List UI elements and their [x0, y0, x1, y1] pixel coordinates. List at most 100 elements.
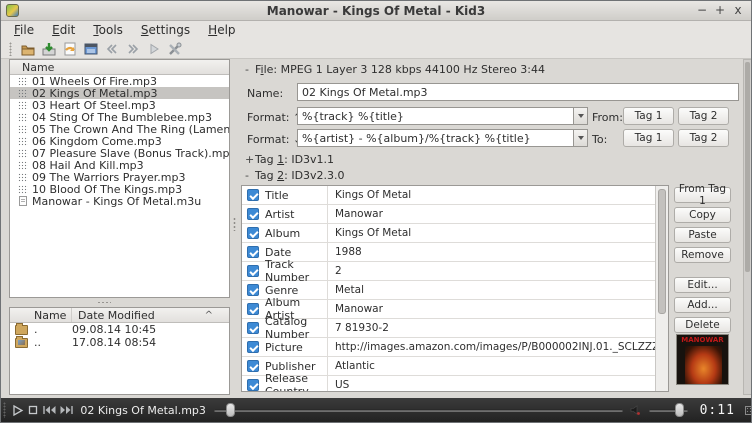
to-tag1-button[interactable]: Tag 1: [623, 129, 674, 147]
right-panel-scrollbar-thumb[interactable]: [745, 62, 750, 272]
add-button[interactable]: Add...: [674, 297, 731, 313]
paste-button[interactable]: Paste: [674, 227, 731, 243]
file-row[interactable]: 08 Hail And Kill.mp3: [10, 159, 229, 171]
to-tag2-button[interactable]: Tag 2: [678, 129, 729, 147]
file-row[interactable]: 05 The Crown And The Ring (Lament Of Th: [10, 123, 229, 135]
file-section-header[interactable]: -File: MPEG 1 Layer 3 128 kbps 44100 Hz …: [245, 63, 545, 76]
tag-state-icon: [18, 161, 28, 170]
table-row[interactable]: Picturehttp://images.amazon.com/images/P…: [242, 338, 668, 357]
file-row[interactable]: 07 Pleasure Slave (Bonus Track).mp3: [10, 147, 229, 159]
format-to-combo[interactable]: [297, 129, 574, 147]
tag-state-icon: [18, 149, 28, 158]
file-row[interactable]: 04 Sting Of The Bumblebee.mp3: [10, 111, 229, 123]
sort-indicator-icon[interactable]: ^: [205, 308, 213, 323]
collapse-icon[interactable]: -: [245, 63, 255, 76]
directory-row[interactable]: .. 17.08.14 08:54: [10, 336, 229, 349]
column-header-date-modified[interactable]: Date Modified: [72, 308, 155, 322]
checkbox-checked-icon[interactable]: [247, 265, 259, 277]
collapse-icon[interactable]: -: [245, 169, 255, 182]
delete-button[interactable]: Delete: [674, 317, 731, 333]
right-panel-scrollbar[interactable]: [743, 59, 752, 395]
maximize-button[interactable]: +: [713, 4, 727, 18]
play-icon[interactable]: [145, 40, 163, 58]
tag2-section-header[interactable]: -Tag 2: ID3v2.3.0: [245, 169, 345, 182]
tag-state-icon: [18, 125, 28, 134]
volume-slider-handle[interactable]: [675, 403, 684, 417]
table-row[interactable]: TitleKings Of Metal: [242, 186, 668, 205]
checkbox-checked-icon[interactable]: [247, 360, 259, 372]
checkbox-checked-icon[interactable]: [247, 227, 259, 239]
checkbox-checked-icon[interactable]: [247, 379, 259, 391]
previous-file-icon[interactable]: [103, 40, 121, 58]
menu-edit[interactable]: Edit: [43, 21, 84, 39]
column-header-name[interactable]: Name: [10, 308, 72, 322]
from-tag-1-button[interactable]: From Tag 1: [674, 187, 731, 203]
file-row[interactable]: 06 Kingdom Come.mp3: [10, 135, 229, 147]
horizontal-splitter[interactable]: [97, 301, 111, 304]
title-bar[interactable]: Manowar - Kings Of Metal - Kid3 − + x: [1, 1, 751, 21]
checkbox-checked-icon[interactable]: [247, 341, 259, 353]
player-play-icon[interactable]: [10, 402, 24, 418]
checkbox-checked-icon[interactable]: [247, 322, 259, 334]
table-row[interactable]: Catalog Number7 81930-2: [242, 319, 668, 338]
table-row[interactable]: Release CountryUS: [242, 376, 668, 392]
menu-file[interactable]: File: [5, 21, 43, 39]
format-from-combo[interactable]: [297, 107, 574, 125]
remove-button[interactable]: Remove: [674, 247, 731, 263]
open-folder-icon[interactable]: [19, 40, 37, 58]
format-to-dropdown-icon[interactable]: [573, 129, 588, 147]
playlist-icon[interactable]: [82, 40, 100, 58]
from-tag1-button[interactable]: Tag 1: [623, 107, 674, 125]
file-row-selected[interactable]: 02 Kings Of Metal.mp3: [10, 87, 229, 99]
close-button[interactable]: x: [731, 4, 745, 18]
save-icon[interactable]: [40, 40, 58, 58]
player-toolbar-grip[interactable]: [3, 402, 6, 418]
format-from-dropdown-icon[interactable]: [573, 107, 588, 125]
checkbox-checked-icon[interactable]: [247, 208, 259, 220]
file-row[interactable]: 03 Heart Of Steel.mp3: [10, 99, 229, 111]
file-row[interactable]: 10 Blood Of The Kings.mp3: [10, 183, 229, 195]
vertical-splitter[interactable]: [231, 59, 238, 395]
volume-slider[interactable]: [649, 403, 687, 417]
album-cover-title: MANOWAR: [677, 335, 728, 346]
checkbox-checked-icon[interactable]: [247, 246, 259, 258]
directory-row[interactable]: . 09.08.14 10:45: [10, 323, 229, 336]
table-row[interactable]: Track Number2: [242, 262, 668, 281]
revert-icon[interactable]: [61, 40, 79, 58]
checkbox-checked-icon[interactable]: [247, 189, 259, 201]
player-previous-icon[interactable]: [42, 402, 57, 418]
volume-speaker-icon[interactable]: [629, 404, 641, 416]
file-row[interactable]: 01 Wheels Of Fire.mp3: [10, 75, 229, 87]
filename-input[interactable]: [297, 83, 739, 101]
player-corner-icon[interactable]: [745, 406, 752, 415]
seek-slider-track[interactable]: [214, 409, 623, 412]
copy-button[interactable]: Copy: [674, 207, 731, 223]
menu-settings[interactable]: Settings: [132, 21, 199, 39]
seek-slider[interactable]: [214, 403, 623, 417]
tag-state-icon: [18, 77, 28, 86]
file-list-header[interactable]: Name: [10, 60, 229, 75]
table-row[interactable]: AlbumKings Of Metal: [242, 224, 668, 243]
tag-state-icon: [18, 185, 28, 194]
seek-slider-handle[interactable]: [226, 403, 235, 417]
table-row[interactable]: ArtistManowar: [242, 205, 668, 224]
file-row[interactable]: 09 The Warriors Prayer.mp3: [10, 171, 229, 183]
settings-icon[interactable]: [166, 40, 184, 58]
player-stop-icon[interactable]: [26, 402, 40, 418]
toolbar-grip[interactable]: [9, 42, 12, 56]
tag1-section-header[interactable]: +Tag 1: ID3v1.1: [245, 153, 334, 166]
expand-icon[interactable]: +: [245, 153, 255, 166]
menu-tools[interactable]: Tools: [84, 21, 132, 39]
edit-button[interactable]: Edit...: [674, 277, 731, 293]
directory-header[interactable]: Name Date Modified ^: [10, 308, 229, 323]
player-next-icon[interactable]: [59, 402, 74, 418]
checkbox-checked-icon[interactable]: [247, 284, 259, 296]
file-row-playlist[interactable]: Manowar - Kings Of Metal.m3u: [10, 195, 229, 207]
table-scrollbar[interactable]: [655, 186, 668, 391]
from-tag2-button[interactable]: Tag 2: [678, 107, 729, 125]
checkbox-checked-icon[interactable]: [247, 303, 259, 315]
minimize-button[interactable]: −: [695, 4, 709, 18]
next-file-icon[interactable]: [124, 40, 142, 58]
menu-help[interactable]: Help: [199, 21, 244, 39]
table-scrollbar-thumb[interactable]: [658, 189, 666, 314]
